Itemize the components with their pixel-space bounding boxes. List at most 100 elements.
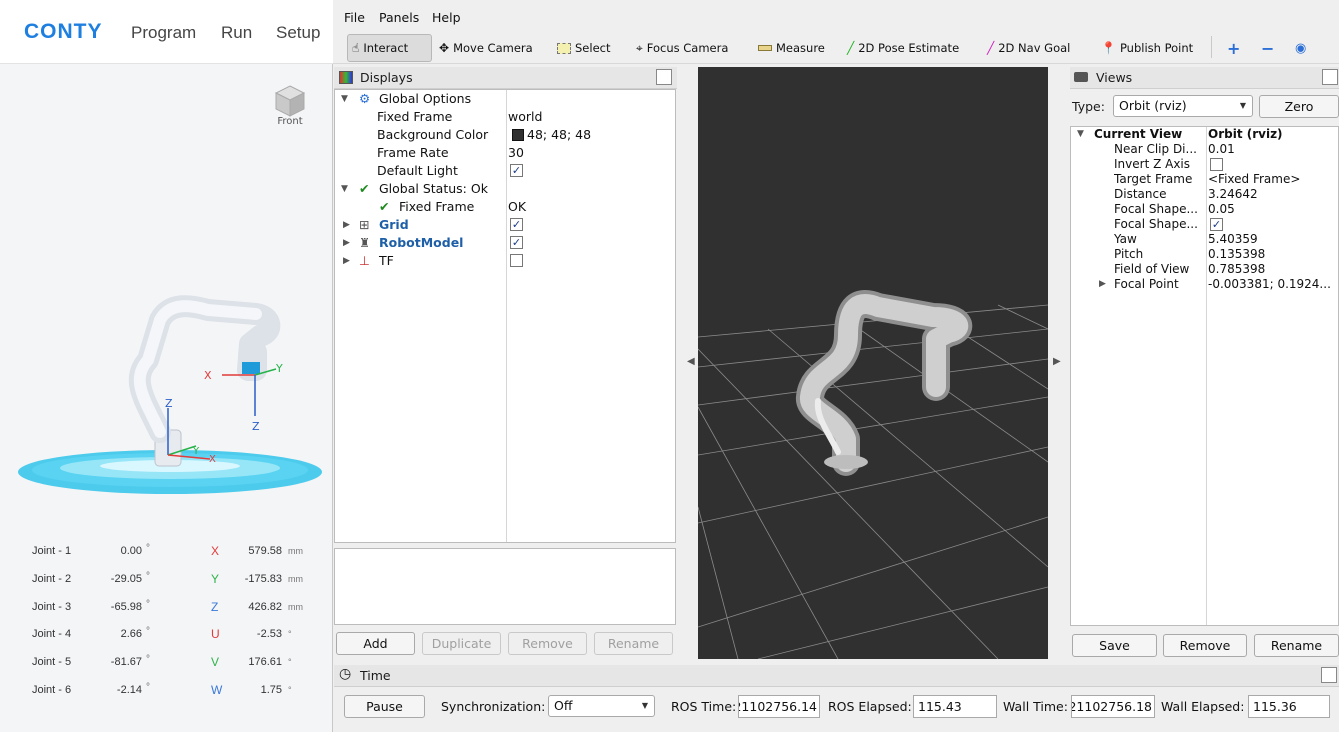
tree-row-default-light[interactable]: Default Light ✓ <box>335 162 675 180</box>
menu-file[interactable]: File <box>344 10 365 25</box>
coord-axis: W <box>211 682 223 697</box>
tool-move-camera[interactable]: ✥ Move Camera <box>435 34 537 62</box>
collapsed-arrow-icon[interactable]: ▶ <box>343 216 350 234</box>
grid-checkbox[interactable]: ✓ <box>510 218 523 231</box>
prop-value[interactable]: 0.01 <box>1208 142 1235 157</box>
view-prop-row[interactable]: Focal Shape... ✓ <box>1071 217 1338 232</box>
collapsed-arrow-icon[interactable]: ▶ <box>1099 277 1106 292</box>
expanded-arrow-icon[interactable]: ▼ <box>341 180 348 198</box>
prop-value[interactable]: <Fixed Frame> <box>1208 172 1300 187</box>
rename-view-button[interactable]: Rename <box>1254 634 1339 657</box>
robot-3d-scene[interactable]: X Y Z Z Y X <box>10 280 330 510</box>
prop-value[interactable]: 3.24642 <box>1208 187 1258 202</box>
tool-interact[interactable]: ☝ Interact <box>347 34 432 62</box>
tool-measure[interactable]: Measure <box>754 34 829 62</box>
displays-tree[interactable]: ▼ ⚙ Global Options Fixed Frame world Bac… <box>334 89 676 543</box>
tree-row-frame-rate[interactable]: Frame Rate 30 <box>335 144 675 162</box>
expanded-arrow-icon[interactable]: ▼ <box>1077 127 1084 142</box>
collapse-left-arrow-icon[interactable]: ◀ <box>687 356 695 367</box>
tree-label: Current View <box>1094 127 1183 141</box>
remove-display-button[interactable]: Remove <box>508 632 587 655</box>
zero-view-button[interactable]: Zero <box>1259 95 1339 118</box>
wall-elapsed-label: Wall Elapsed: <box>1161 699 1245 714</box>
remove-tool-icon[interactable]: − <box>1257 34 1278 62</box>
sync-dropdown[interactable]: Off ▼ <box>548 695 655 717</box>
tool-2d-nav-goal[interactable]: ╱ 2D Nav Goal <box>983 34 1074 62</box>
fixed-frame-value[interactable]: world <box>508 108 542 126</box>
tool-label: Select <box>575 41 611 55</box>
tree-row-global-status[interactable]: ▼ ✔ Global Status: Ok <box>335 180 675 198</box>
coord-unit: mm <box>288 546 303 556</box>
rviz-3d-viewport[interactable] <box>698 67 1048 659</box>
menu-help[interactable]: Help <box>432 10 461 25</box>
tool-publish-point[interactable]: 📍 Publish Point <box>1097 34 1197 62</box>
view-prop-row[interactable]: Near Clip Di... 0.01 <box>1071 142 1338 157</box>
tree-row-tf[interactable]: ▶ ⊥ TF <box>335 252 675 270</box>
collapsed-arrow-icon[interactable]: ▶ <box>343 234 350 252</box>
tool-select[interactable]: Select <box>553 34 614 62</box>
prop-value[interactable]: 0.785398 <box>1208 262 1265 277</box>
tree-row-robot-model[interactable]: ▶ ♜ RobotModel ✓ <box>335 234 675 252</box>
tree-row-background-color[interactable]: Background Color 48; 48; 48 <box>335 126 675 144</box>
view-prop-row[interactable]: Field of View 0.785398 <box>1071 262 1338 277</box>
nav-tab-setup[interactable]: Setup <box>276 23 320 43</box>
eye-icon[interactable]: ◉ <box>1291 34 1310 62</box>
tool-focus-camera[interactable]: ⌖ Focus Camera <box>632 34 732 62</box>
tree-row-fixed-frame[interactable]: Fixed Frame world <box>335 108 675 126</box>
color-swatch[interactable] <box>512 129 524 141</box>
ros-time-field[interactable]: 21102756.14 <box>738 695 820 718</box>
view-prop-row[interactable]: Pitch 0.135398 <box>1071 247 1338 262</box>
background-color-value[interactable]: 48; 48; 48 <box>527 126 591 144</box>
nav-tab-run[interactable]: Run <box>221 23 252 43</box>
expanded-arrow-icon[interactable]: ▼ <box>341 90 348 108</box>
tree-row-current-view[interactable]: ▼ Current View Orbit (rviz) <box>1071 127 1338 142</box>
joint-value: -81.67 <box>110 656 142 669</box>
menu-panels[interactable]: Panels <box>379 10 419 25</box>
robot-model-checkbox[interactable]: ✓ <box>510 236 523 249</box>
default-light-checkbox[interactable]: ✓ <box>510 164 523 177</box>
time-undock-button[interactable] <box>1321 667 1337 683</box>
tf-checkbox[interactable] <box>510 254 523 267</box>
add-tool-icon[interactable]: + <box>1223 34 1244 62</box>
coord-axis: Z <box>211 599 219 614</box>
add-display-button[interactable]: Add <box>336 632 415 655</box>
view-prop-row[interactable]: Focal Shape... 0.05 <box>1071 202 1338 217</box>
tool-2d-pose-estimate[interactable]: ╱ 2D Pose Estimate <box>843 34 963 62</box>
tree-label: Grid <box>379 217 409 232</box>
duplicate-display-button[interactable]: Duplicate <box>422 632 501 655</box>
displays-undock-button[interactable] <box>656 69 672 85</box>
views-tree[interactable]: ▼ Current View Orbit (rviz) Near Clip Di… <box>1070 126 1339 626</box>
wall-elapsed-field[interactable]: 115.36 <box>1248 695 1330 718</box>
tree-row-global-options[interactable]: ▼ ⚙ Global Options <box>335 90 675 108</box>
view-prop-row[interactable]: Invert Z Axis <box>1071 157 1338 172</box>
remove-view-button[interactable]: Remove <box>1163 634 1247 657</box>
views-undock-button[interactable] <box>1322 69 1338 85</box>
prop-value[interactable]: 5.40359 <box>1208 232 1258 247</box>
joint-value: 2.66 <box>120 628 142 641</box>
collapse-right-arrow-icon[interactable]: ▶ <box>1053 356 1061 367</box>
view-type-dropdown[interactable]: Orbit (rviz) ▼ <box>1113 95 1253 117</box>
collapsed-arrow-icon[interactable]: ▶ <box>343 252 350 270</box>
tree-label: Frame Rate <box>377 145 449 160</box>
save-view-button[interactable]: Save <box>1072 634 1157 657</box>
frame-rate-value[interactable]: 30 <box>508 144 524 162</box>
tree-row-grid[interactable]: ▶ ⊞ Grid ✓ <box>335 216 675 234</box>
wall-time-field[interactable]: 21102756.18 <box>1071 695 1155 718</box>
view-prop-row[interactable]: Distance 3.24642 <box>1071 187 1338 202</box>
ros-elapsed-field[interactable]: 115.43 <box>913 695 997 718</box>
prop-value[interactable]: 0.05 <box>1208 202 1235 217</box>
invert-z-checkbox[interactable] <box>1210 158 1223 171</box>
prop-value[interactable]: -0.003381; 0.1924... <box>1208 277 1331 292</box>
view-prop-row[interactable]: ▶ Focal Point -0.003381; 0.1924... <box>1071 277 1338 292</box>
prop-value[interactable]: 0.135398 <box>1208 247 1265 262</box>
pause-button[interactable]: Pause <box>344 695 425 718</box>
view-cube-label: Front <box>277 116 303 127</box>
dropdown-arrow-icon: ▼ <box>641 701 648 710</box>
focal-shape-fixed-checkbox[interactable]: ✓ <box>1210 218 1223 231</box>
nav-tab-program[interactable]: Program <box>131 23 196 43</box>
tool-label: Publish Point <box>1119 41 1194 55</box>
tree-row-status-fixed-frame[interactable]: ✔ Fixed Frame OK <box>335 198 675 216</box>
rename-display-button[interactable]: Rename <box>594 632 673 655</box>
view-prop-row[interactable]: Target Frame <Fixed Frame> <box>1071 172 1338 187</box>
view-prop-row[interactable]: Yaw 5.40359 <box>1071 232 1338 247</box>
